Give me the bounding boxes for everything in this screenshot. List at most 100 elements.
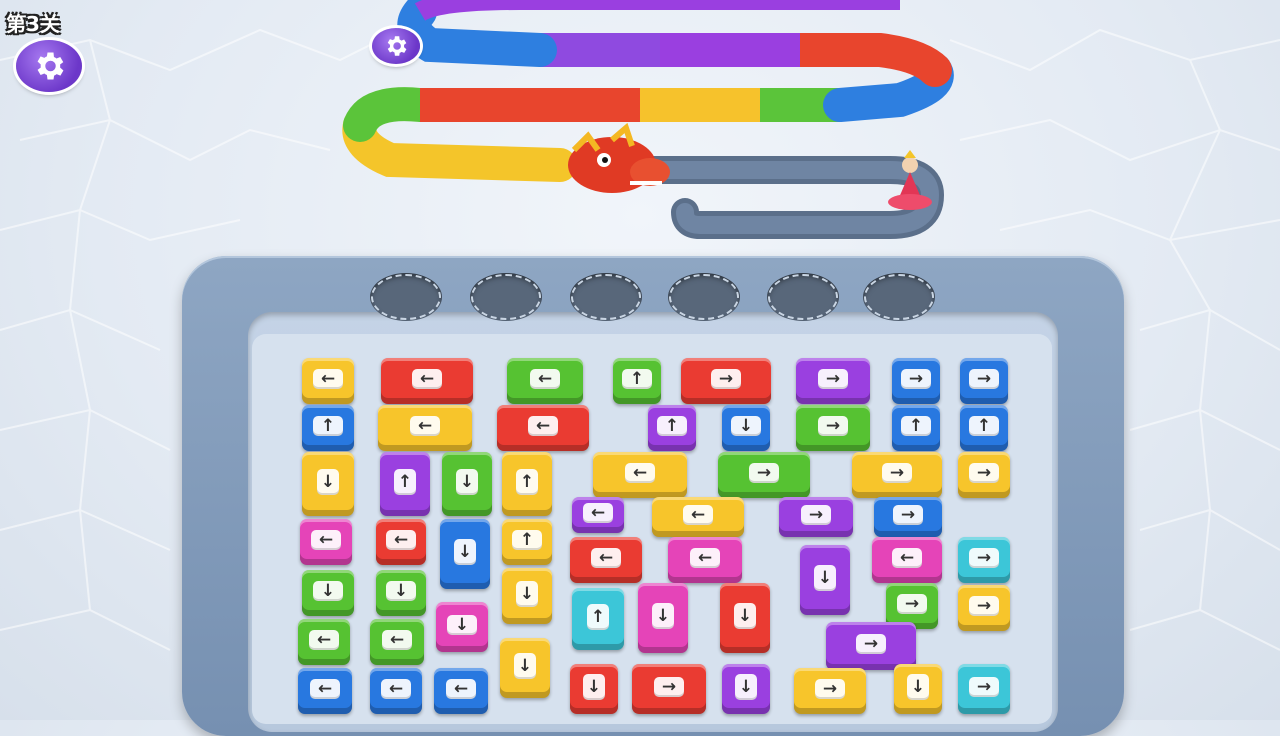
tile-yellow-left[interactable]: ←: [652, 497, 744, 537]
tile-red-down[interactable]: ↓: [570, 664, 618, 714]
tile-blue-up[interactable]: ↑: [302, 405, 354, 451]
arrow-down-icon: ↓: [731, 416, 761, 436]
tile-pink-down[interactable]: ↓: [638, 583, 688, 653]
tile-green-right[interactable]: →: [718, 452, 810, 498]
tile-purple-down[interactable]: ↓: [800, 545, 850, 615]
tile-yellow-left[interactable]: ←: [593, 452, 687, 498]
tile-green-left[interactable]: ←: [507, 358, 583, 404]
tile-cyan-right[interactable]: →: [958, 664, 1010, 714]
arrow-up-icon: ↑: [657, 416, 687, 436]
arrow-up-icon: ↑: [622, 369, 652, 389]
tile-blue-up[interactable]: ↑: [892, 405, 940, 451]
tile-pink-left[interactable]: ←: [872, 537, 942, 583]
tile-yellow-down[interactable]: ↓: [302, 452, 354, 516]
tile-yellow-right[interactable]: →: [794, 668, 866, 714]
empty-slot: [570, 273, 642, 321]
tile-pink-left[interactable]: ←: [300, 519, 352, 565]
tile-yellow-right[interactable]: →: [958, 585, 1010, 631]
tile-yellow-right[interactable]: →: [852, 452, 942, 498]
arrow-down-icon: ↓: [907, 674, 929, 700]
tile-purple-right[interactable]: →: [779, 497, 853, 537]
tile-blue-up[interactable]: ↑: [960, 405, 1008, 451]
tile-purple-right[interactable]: →: [796, 358, 870, 404]
tile-blue-right[interactable]: →: [874, 497, 942, 537]
arrow-right-icon: →: [969, 677, 999, 697]
arrow-right-icon: →: [749, 463, 779, 483]
arrow-left-icon: ←: [309, 630, 339, 650]
arrow-left-icon: ←: [892, 548, 922, 568]
tile-blue-down[interactable]: ↓: [440, 519, 490, 589]
tile-green-up[interactable]: ↑: [613, 358, 661, 404]
arrow-left-icon: ←: [311, 530, 341, 550]
tile-purple-up[interactable]: ↑: [648, 405, 696, 451]
tile-red-left[interactable]: ←: [381, 358, 473, 404]
tile-blue-down[interactable]: ↓: [722, 405, 770, 451]
tile-yellow-down[interactable]: ↓: [502, 568, 552, 624]
tile-yellow-down[interactable]: ↓: [894, 664, 942, 714]
arrow-right-icon: →: [815, 679, 845, 699]
tile-green-right[interactable]: →: [796, 405, 870, 451]
tile-red-left[interactable]: ←: [497, 405, 589, 451]
tile-blue-left[interactable]: ←: [298, 668, 352, 714]
arrow-left-icon: ←: [690, 548, 720, 568]
tile-cyan-right[interactable]: →: [958, 537, 1010, 583]
arrow-right-icon: →: [711, 369, 741, 389]
tile-blue-right[interactable]: →: [960, 358, 1008, 404]
tile-red-right[interactable]: →: [632, 664, 706, 714]
tile-yellow-up[interactable]: ↑: [502, 452, 552, 516]
tile-pink-left[interactable]: ←: [668, 537, 742, 583]
arrow-down-icon: ↓: [735, 674, 757, 700]
tile-purple-right[interactable]: →: [826, 622, 916, 670]
dragon-track: [342, 0, 954, 239]
arrow-right-icon: →: [969, 463, 999, 483]
tile-green-left[interactable]: ←: [298, 619, 350, 665]
tile-red-down[interactable]: ↓: [720, 583, 770, 653]
tile-purple-down[interactable]: ↓: [722, 664, 770, 714]
arrow-left-icon: ←: [583, 503, 613, 523]
tile-yellow-right[interactable]: →: [958, 452, 1010, 498]
tile-blue-left[interactable]: ←: [370, 668, 422, 714]
arrow-up-icon: ↑: [394, 469, 416, 495]
tile-blue-left[interactable]: ←: [434, 668, 488, 714]
settings-button[interactable]: [16, 40, 82, 92]
arrow-left-icon: ←: [386, 530, 416, 550]
arrow-up-icon: ↑: [587, 604, 609, 630]
arrow-down-icon: ↓: [454, 539, 476, 565]
empty-slot: [668, 273, 740, 321]
tile-yellow-left[interactable]: ←: [302, 358, 354, 404]
tile-blue-right[interactable]: →: [892, 358, 940, 404]
arrow-down-icon: ↓: [734, 603, 756, 629]
arrow-down-icon: ↓: [814, 565, 836, 591]
tile-pink-down[interactable]: ↓: [436, 602, 488, 652]
arrow-left-icon: ←: [591, 548, 621, 568]
tile-purple-up[interactable]: ↑: [380, 452, 430, 516]
tile-purple-left[interactable]: ←: [572, 497, 624, 533]
tile-green-down[interactable]: ↓: [442, 452, 492, 516]
gear-icon: [387, 36, 407, 56]
arrow-left-icon: ←: [410, 416, 440, 436]
tile-green-down[interactable]: ↓: [376, 570, 426, 616]
tile-green-down[interactable]: ↓: [302, 570, 354, 616]
arrow-left-icon: ←: [382, 630, 412, 650]
settings-button-secondary[interactable]: [372, 28, 420, 64]
arrow-left-icon: ←: [683, 505, 713, 525]
arrow-right-icon: →: [818, 416, 848, 436]
empty-slot: [863, 273, 935, 321]
tile-yellow-left[interactable]: ←: [378, 405, 472, 451]
empty-slot: [470, 273, 542, 321]
tile-yellow-down[interactable]: ↓: [500, 638, 550, 698]
arrow-up-icon: ↑: [512, 530, 542, 550]
tile-green-left[interactable]: ←: [370, 619, 424, 665]
tile-red-left[interactable]: ←: [570, 537, 642, 583]
arrow-down-icon: ↓: [583, 674, 605, 700]
empty-slot: [767, 273, 839, 321]
arrow-right-icon: →: [818, 369, 848, 389]
arrow-up-icon: ↑: [969, 416, 999, 436]
arrow-left-icon: ←: [313, 369, 343, 389]
tile-red-right[interactable]: →: [681, 358, 771, 404]
arrow-right-icon: →: [969, 369, 999, 389]
tile-yellow-up[interactable]: ↑: [502, 519, 552, 565]
arrow-left-icon: ←: [528, 416, 558, 436]
tile-cyan-up[interactable]: ↑: [572, 588, 624, 650]
tile-red-left[interactable]: ←: [376, 519, 426, 565]
